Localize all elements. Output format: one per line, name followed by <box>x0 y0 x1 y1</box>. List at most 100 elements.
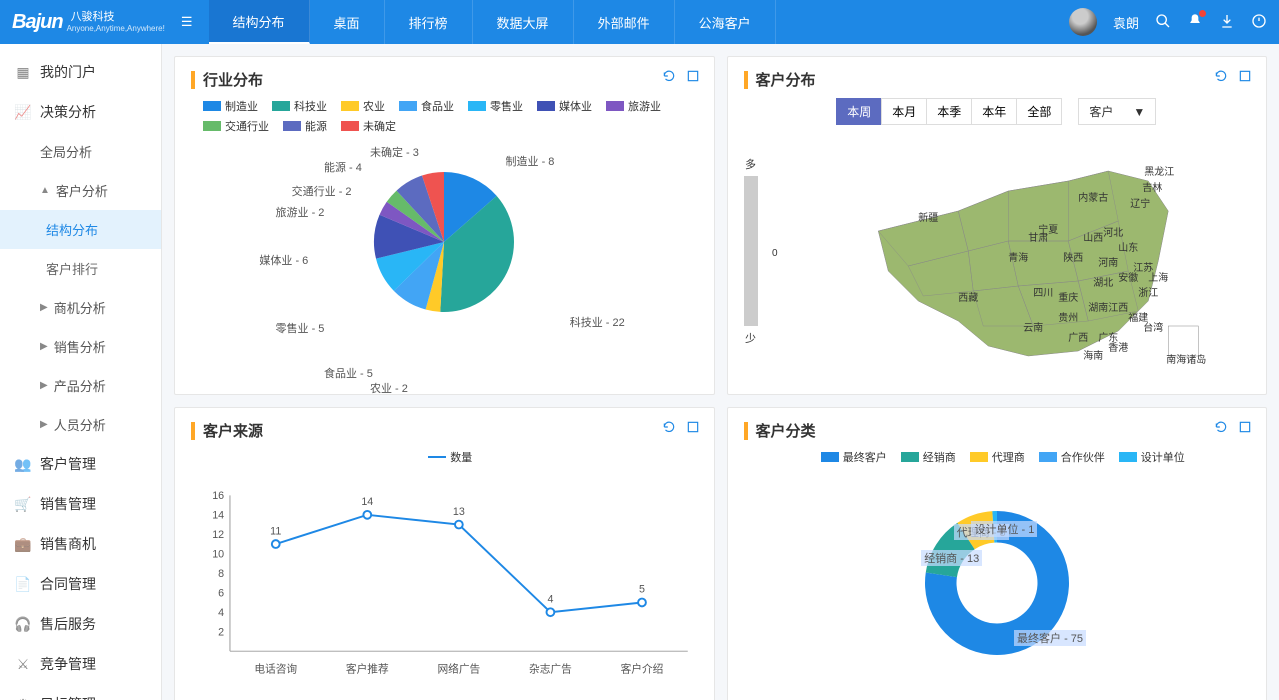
industry-legend: 制造业科技业农业食品业零售业媒体业旅游业交通行业能源未确定 <box>203 98 698 134</box>
target-icon: ⚙ <box>14 695 32 700</box>
category-donut: 最终客户 - 75经销商 - 13代理商 - 8设计单位 - 1 <box>744 473 1251 693</box>
svg-text:南海诸岛: 南海诸岛 <box>1166 353 1206 366</box>
contract-icon: 📄 <box>14 575 32 593</box>
chevron-right-icon: ▶ <box>40 341 48 352</box>
svg-text:上海: 上海 <box>1148 271 1168 284</box>
refresh-icon[interactable] <box>662 69 676 83</box>
svg-text:杂志广告: 杂志广告 <box>529 663 572 676</box>
sidebar-item-service[interactable]: 🎧售后服务 <box>0 604 161 644</box>
svg-text:辽宁: 辽宁 <box>1130 197 1150 210</box>
avatar[interactable] <box>1069 8 1097 36</box>
sidebar-item-opp-analysis[interactable]: ▶商机分析 <box>0 288 161 327</box>
chevron-down-icon: ▼ <box>1133 105 1145 119</box>
time-filters: 本周 本月 本季 本年 全部 客户▼ <box>744 98 1251 125</box>
maximize-icon[interactable] <box>686 69 700 83</box>
svg-text:吉林: 吉林 <box>1142 181 1162 194</box>
svg-text:广西: 广西 <box>1068 332 1088 344</box>
svg-text:河南: 河南 <box>1098 256 1118 269</box>
svg-text:宁夏: 宁夏 <box>1038 223 1058 236</box>
sidebar-item-target[interactable]: ⚙目标管理 <box>0 684 161 700</box>
refresh-icon[interactable] <box>1214 69 1228 83</box>
source-line-chart: 246810121416电话咨询11客户推荐14网络广告13杂志广告4客户介绍5 <box>191 473 698 693</box>
chevron-down-icon: ▲ <box>40 185 50 196</box>
time-filter-quarter[interactable]: 本季 <box>926 98 972 125</box>
svg-text:客户介绍: 客户介绍 <box>621 663 664 676</box>
menu-toggle-icon[interactable]: ☰ <box>181 14 193 30</box>
legend-item: 数量 <box>428 449 472 465</box>
svg-text:黑龙江: 黑龙江 <box>1144 165 1174 178</box>
refresh-icon[interactable] <box>662 420 676 434</box>
search-icon[interactable] <box>1155 13 1171 32</box>
sidebar-item-sales-analysis[interactable]: ▶销售分析 <box>0 327 161 366</box>
time-filter-month[interactable]: 本月 <box>881 98 927 125</box>
tab-ranking[interactable]: 排行榜 <box>385 0 473 44</box>
card-source: 客户来源 数量 246810121416电话咨询11客户推荐14网络广告13杂志… <box>174 407 715 700</box>
tab-public-customer[interactable]: 公海客户 <box>675 0 776 44</box>
logo: Bajun <box>12 11 63 34</box>
username[interactable]: 袁朗 <box>1113 13 1139 32</box>
chevron-right-icon: ▶ <box>40 380 48 391</box>
svg-text:内蒙古: 内蒙古 <box>1078 191 1108 204</box>
download-icon[interactable] <box>1219 13 1235 32</box>
svg-text:12: 12 <box>212 529 224 541</box>
customer-icon: 👥 <box>14 455 32 473</box>
sidebar-item-staff-analysis[interactable]: ▶人员分析 <box>0 405 161 444</box>
notification-icon[interactable] <box>1187 13 1203 32</box>
card-title: 行业分布 <box>203 69 263 90</box>
industry-pie: 制造业 - 8科技业 - 22农业 - 2食品业 - 5零售业 - 5媒体业 -… <box>191 142 698 382</box>
card-region: 客户分布 本周 本月 本季 本年 全部 客户▼ 多 0 少 <box>727 56 1268 395</box>
time-filter-year[interactable]: 本年 <box>971 98 1017 125</box>
tab-desktop[interactable]: 桌面 <box>310 0 385 44</box>
header-right: 袁朗 <box>1069 8 1267 36</box>
svg-text:湖北: 湖北 <box>1093 277 1113 289</box>
logout-icon[interactable] <box>1251 13 1267 32</box>
maximize-icon[interactable] <box>1238 420 1252 434</box>
maximize-icon[interactable] <box>1238 69 1252 83</box>
chevron-right-icon: ▶ <box>40 302 48 313</box>
sidebar-item-global[interactable]: 全局分析 <box>0 132 161 171</box>
svg-text:台湾: 台湾 <box>1143 321 1163 334</box>
card-title: 客户分布 <box>756 69 816 90</box>
time-filter-all[interactable]: 全部 <box>1016 98 1062 125</box>
map-scale: 多 0 少 <box>744 156 758 346</box>
svg-text:山西: 山西 <box>1083 232 1103 244</box>
svg-text:4: 4 <box>547 593 553 605</box>
tab-dashboard[interactable]: 数据大屏 <box>473 0 574 44</box>
card-industry: 行业分布 制造业科技业农业食品业零售业媒体业旅游业交通行业能源未确定 制造业 -… <box>174 56 715 395</box>
time-filter-week[interactable]: 本周 <box>836 98 882 125</box>
svg-text:贵州: 贵州 <box>1058 311 1078 324</box>
region-type-dropdown[interactable]: 客户▼ <box>1078 98 1156 125</box>
sidebar-item-customer-mgmt[interactable]: 👥客户管理 <box>0 444 161 484</box>
sidebar-item-customer-analysis[interactable]: ▲客户分析 <box>0 171 161 210</box>
sidebar-item-sales-mgmt[interactable]: 🛒销售管理 <box>0 484 161 524</box>
card-title: 客户来源 <box>203 420 263 441</box>
sidebar-item-product-analysis[interactable]: ▶产品分析 <box>0 366 161 405</box>
sidebar-item-opportunity[interactable]: 💼销售商机 <box>0 524 161 564</box>
analysis-icon: 📈 <box>14 103 32 121</box>
tab-structure[interactable]: 结构分布 <box>209 0 310 44</box>
top-tabs: 结构分布 桌面 排行榜 数据大屏 外部邮件 公海客户 <box>209 0 776 44</box>
chevron-right-icon: ▶ <box>40 419 48 430</box>
svg-text:14: 14 <box>361 496 373 508</box>
sidebar-item-portal[interactable]: ▦我的门户 <box>0 52 161 92</box>
svg-text:新疆: 新疆 <box>918 211 938 224</box>
sidebar-item-compete[interactable]: ⚔竞争管理 <box>0 644 161 684</box>
svg-text:8: 8 <box>218 568 224 580</box>
svg-text:西藏: 西藏 <box>958 292 978 304</box>
service-icon: 🎧 <box>14 615 32 633</box>
compete-icon: ⚔ <box>14 655 32 673</box>
scale-slider[interactable]: 0 <box>744 176 758 326</box>
refresh-icon[interactable] <box>1214 420 1228 434</box>
maximize-icon[interactable] <box>686 420 700 434</box>
sidebar-item-structure[interactable]: 结构分布 <box>0 210 161 249</box>
dashboard-icon: ▦ <box>14 63 32 81</box>
sidebar-item-contract[interactable]: 📄合同管理 <box>0 564 161 604</box>
sidebar-item-customer-rank[interactable]: 客户排行 <box>0 249 161 288</box>
svg-text:16: 16 <box>212 490 224 502</box>
notification-badge <box>1199 10 1206 17</box>
sidebar-item-analysis[interactable]: 📈决策分析 <box>0 92 161 132</box>
svg-text:4: 4 <box>218 607 224 619</box>
svg-text:重庆: 重庆 <box>1058 291 1078 304</box>
tab-mail[interactable]: 外部邮件 <box>574 0 675 44</box>
china-map[interactable]: 黑龙江吉林辽宁内蒙古新疆甘肃青海宁夏陕西山西河北山东河南西藏四川重庆湖北安徽江苏… <box>766 131 1251 371</box>
